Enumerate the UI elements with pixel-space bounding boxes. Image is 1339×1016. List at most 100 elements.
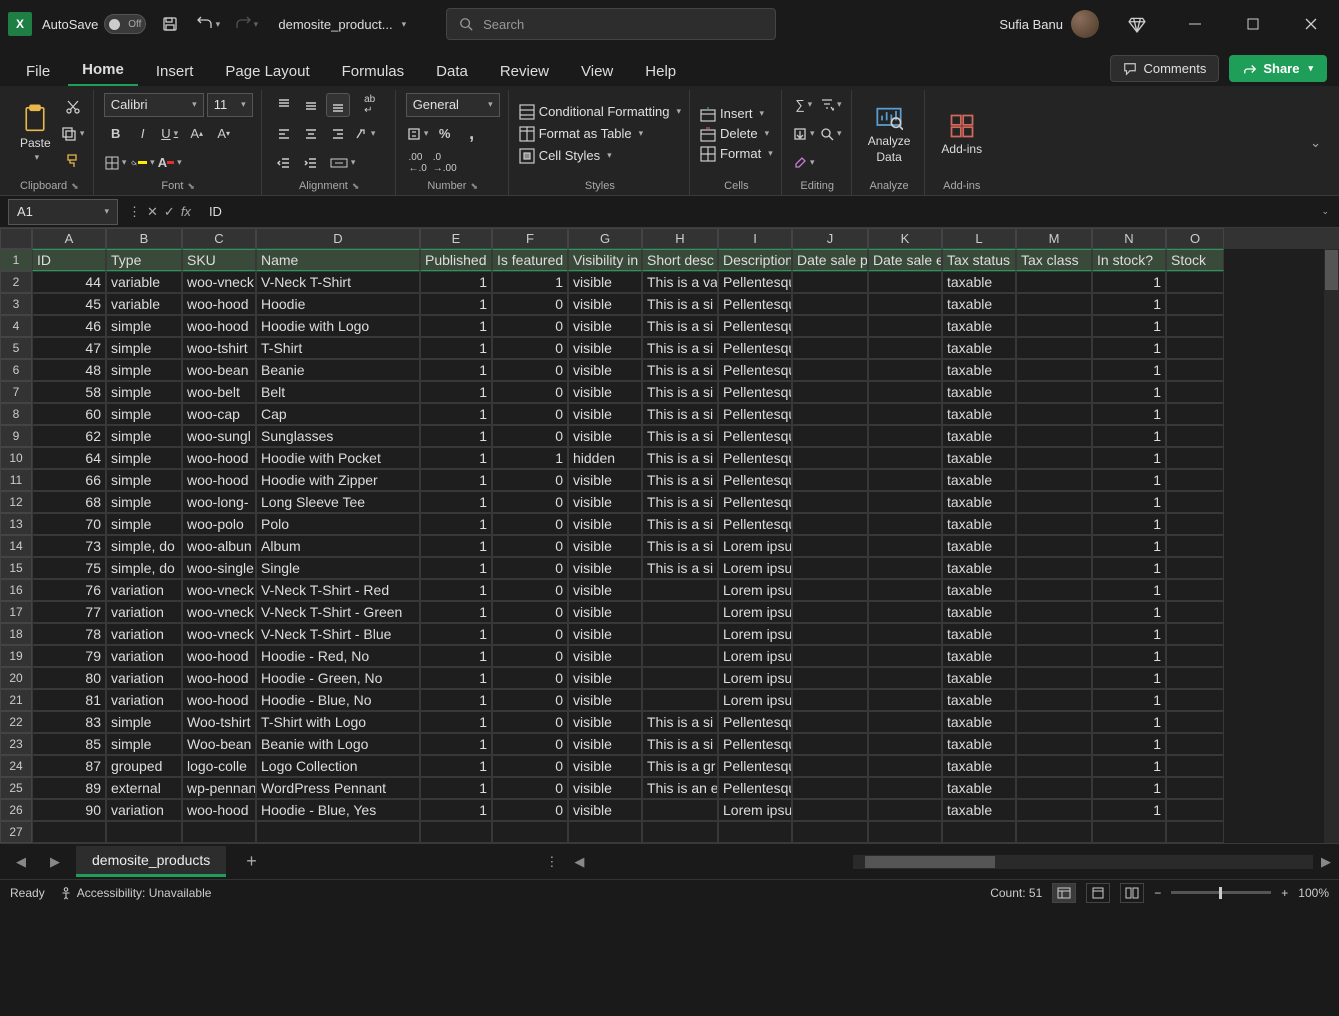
redo-button[interactable]: ▾: [232, 10, 260, 38]
cell[interactable]: simple, do: [106, 557, 182, 579]
cell[interactable]: Published: [420, 249, 492, 271]
cell[interactable]: Description: [718, 249, 792, 271]
cell[interactable]: [1016, 447, 1092, 469]
alignment-launcher[interactable]: ⬊: [352, 181, 360, 192]
decrease-font-button[interactable]: A▾: [212, 122, 236, 146]
cell[interactable]: Pellentesque habitant morbi trist: [718, 425, 792, 447]
cell[interactable]: 1: [1092, 271, 1166, 293]
cell[interactable]: [868, 579, 942, 601]
cell[interactable]: V-Neck T-Shirt - Green: [256, 601, 420, 623]
cell[interactable]: taxable: [942, 601, 1016, 623]
cell[interactable]: Pellentesque habitant morbi trist: [718, 271, 792, 293]
tab-file[interactable]: File: [12, 57, 64, 86]
cell[interactable]: [868, 535, 942, 557]
cut-button[interactable]: [61, 95, 85, 119]
cell[interactable]: visible: [568, 667, 642, 689]
column-header-F[interactable]: F: [492, 228, 568, 249]
cell[interactable]: Single: [256, 557, 420, 579]
cell[interactable]: woo-cap: [182, 403, 256, 425]
cell[interactable]: woo-tshirt: [182, 337, 256, 359]
cell[interactable]: woo-hood: [182, 667, 256, 689]
font-color-button[interactable]: A▾: [158, 151, 182, 175]
cell[interactable]: This is a si: [642, 447, 718, 469]
cell[interactable]: 0: [492, 667, 568, 689]
cell[interactable]: 1: [420, 403, 492, 425]
tab-review[interactable]: Review: [486, 57, 563, 86]
cell[interactable]: 0: [492, 469, 568, 491]
search-input[interactable]: Search: [446, 8, 776, 40]
cell[interactable]: 1: [420, 557, 492, 579]
cell[interactable]: This is a si: [642, 293, 718, 315]
tab-data[interactable]: Data: [422, 57, 482, 86]
cell[interactable]: [1016, 733, 1092, 755]
cell[interactable]: Belt: [256, 381, 420, 403]
row-header-17[interactable]: 17: [0, 601, 32, 623]
insert-cells-button[interactable]: Insert▾: [700, 106, 773, 122]
cell[interactable]: variable: [106, 293, 182, 315]
cell[interactable]: 1: [420, 315, 492, 337]
cell[interactable]: [868, 381, 942, 403]
cell[interactable]: [868, 777, 942, 799]
cell[interactable]: [868, 667, 942, 689]
cell[interactable]: Lorem ipsum dolor sit amet, con: [718, 689, 792, 711]
column-header-O[interactable]: O: [1166, 228, 1224, 249]
cell[interactable]: [792, 821, 868, 843]
cell[interactable]: [1166, 535, 1224, 557]
align-bottom-button[interactable]: [326, 93, 350, 117]
normal-view-button[interactable]: [1052, 883, 1076, 903]
cell[interactable]: visible: [568, 337, 642, 359]
cell[interactable]: 1: [420, 447, 492, 469]
cell[interactable]: [1016, 425, 1092, 447]
cell[interactable]: 1: [1092, 799, 1166, 821]
cell[interactable]: 0: [492, 689, 568, 711]
cell[interactable]: variation: [106, 667, 182, 689]
horizontal-scrollbar[interactable]: [853, 855, 1313, 869]
cell[interactable]: woo-hood: [182, 315, 256, 337]
cell[interactable]: [1166, 821, 1224, 843]
cell[interactable]: This is a si: [642, 359, 718, 381]
page-break-view-button[interactable]: [1120, 883, 1144, 903]
cell[interactable]: This is a si: [642, 557, 718, 579]
cell[interactable]: simple: [106, 425, 182, 447]
row-header-3[interactable]: 3: [0, 293, 32, 315]
cell[interactable]: [792, 557, 868, 579]
cell[interactable]: visible: [568, 623, 642, 645]
delete-cells-button[interactable]: Delete▾: [700, 126, 773, 142]
cell[interactable]: Polo: [256, 513, 420, 535]
row-header-21[interactable]: 21: [0, 689, 32, 711]
column-header-B[interactable]: B: [106, 228, 182, 249]
row-header-1[interactable]: 1: [0, 249, 32, 271]
clear-button[interactable]: ▾: [792, 151, 816, 175]
cell[interactable]: 73: [32, 535, 106, 557]
cell[interactable]: [1016, 777, 1092, 799]
cell[interactable]: 1: [1092, 491, 1166, 513]
cell[interactable]: 1: [1092, 557, 1166, 579]
comments-button[interactable]: Comments: [1110, 55, 1219, 82]
cell[interactable]: [1016, 403, 1092, 425]
cell[interactable]: 1: [1092, 337, 1166, 359]
cell[interactable]: 62: [32, 425, 106, 447]
cell[interactable]: Lorem ipsum dolor sit amet, con: [718, 667, 792, 689]
cell[interactable]: [1166, 755, 1224, 777]
font-name-combo[interactable]: Calibri▾: [104, 93, 204, 117]
row-header-2[interactable]: 2: [0, 271, 32, 293]
cell[interactable]: woo-single: [182, 557, 256, 579]
cell[interactable]: visible: [568, 645, 642, 667]
cell[interactable]: Pellentesque habitant morbi trist: [718, 359, 792, 381]
cell[interactable]: Hoodie with Logo: [256, 315, 420, 337]
find-button[interactable]: ▾: [819, 122, 843, 146]
cell[interactable]: woo-sungl: [182, 425, 256, 447]
cell[interactable]: V-Neck T-Shirt: [256, 271, 420, 293]
cell[interactable]: Pellentesque habitant morbi trist: [718, 469, 792, 491]
cell[interactable]: woo-vneck: [182, 271, 256, 293]
cell[interactable]: [1166, 359, 1224, 381]
row-header-24[interactable]: 24: [0, 755, 32, 777]
cell[interactable]: 1: [1092, 381, 1166, 403]
cell[interactable]: Hoodie - Green, No: [256, 667, 420, 689]
cell[interactable]: [868, 711, 942, 733]
cell[interactable]: Pellentesque habitant morbi trist: [718, 293, 792, 315]
cell[interactable]: 1: [1092, 425, 1166, 447]
cell[interactable]: woo-belt: [182, 381, 256, 403]
cell[interactable]: Pellentesque habitant morbi trist: [718, 711, 792, 733]
cell[interactable]: [868, 403, 942, 425]
